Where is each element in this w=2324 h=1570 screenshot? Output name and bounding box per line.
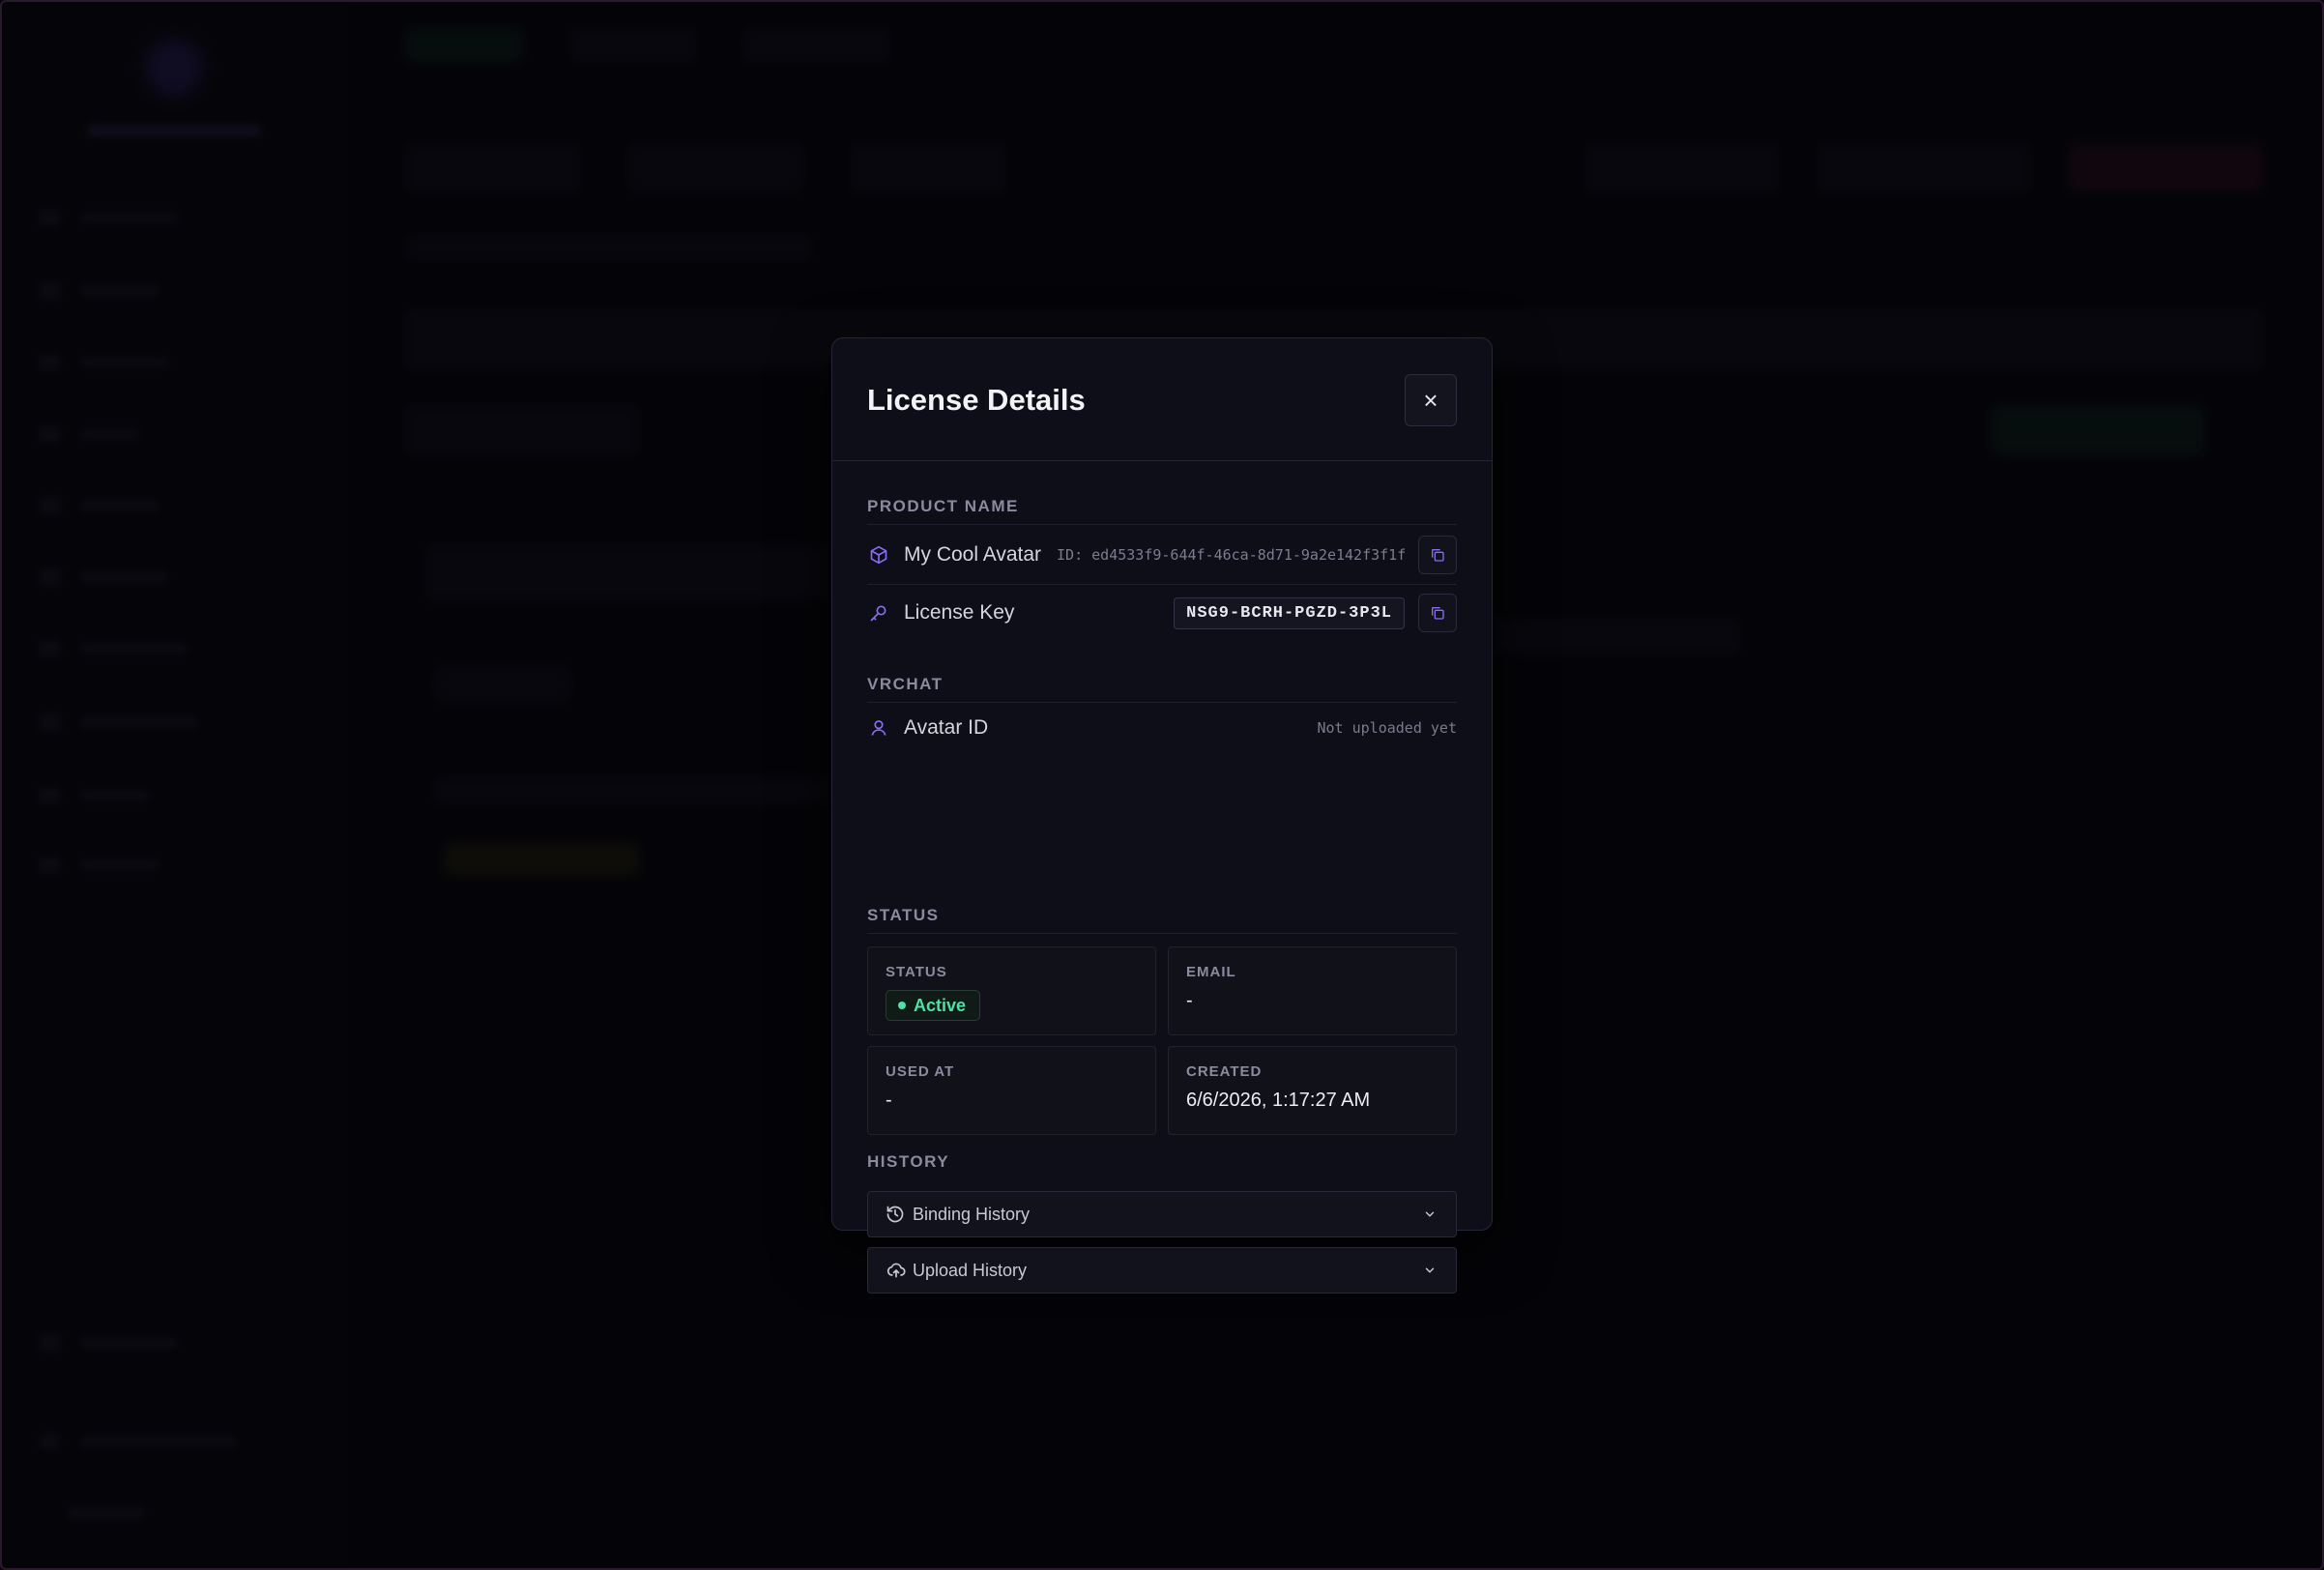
upload-history-label: Upload History — [913, 1260, 1028, 1280]
status-badge: Active — [886, 990, 981, 1021]
product-id: ID: ed4533f9-644f-46ca-8d71-9a2e142f3f1f — [1057, 546, 1407, 564]
product-name: My Cool Avatar — [904, 543, 1042, 566]
section-product-name: PRODUCT NAME — [867, 497, 1019, 515]
section-history: HISTORY — [867, 1152, 950, 1171]
avatar-id-value: Not uploaded yet — [1317, 719, 1458, 737]
user-icon — [869, 717, 890, 739]
modal-title: License Details — [867, 383, 1086, 417]
history-icon — [886, 1204, 907, 1225]
product-row: My Cool Avatar ID: ed4533f9-644f-46ca-8d… — [867, 527, 1457, 583]
copy-product-id-button[interactable] — [1418, 536, 1457, 574]
license-key-row: License Key NSG9-BCRH-PGZD-3P3L — [867, 585, 1457, 641]
copy-icon — [1432, 607, 1444, 620]
close-icon: × — [1423, 385, 1438, 415]
used-at-card: USED AT - — [867, 1046, 1156, 1135]
divider — [867, 524, 1457, 525]
created-card: CREATED 6/6/2026, 1:17:27 AM — [1168, 1046, 1457, 1135]
avatar-id-row: Avatar ID Not uploaded yet — [867, 700, 1457, 756]
used-at-card-value: - — [886, 1090, 892, 1111]
binding-history-accordion[interactable]: Binding History — [867, 1191, 1457, 1237]
section-vrchat: VRCHAT — [867, 675, 944, 693]
email-card-label: EMAIL — [1186, 964, 1236, 980]
status-card-label: STATUS — [886, 964, 947, 980]
created-card-value: 6/6/2026, 1:17:27 AM — [1186, 1090, 1371, 1111]
license-key-label: License Key — [904, 601, 1015, 624]
used-at-card-label: USED AT — [886, 1063, 955, 1080]
license-details-modal: License Details × PRODUCT NAME My Cool A… — [831, 337, 1493, 1294]
copy-license-key-button[interactable] — [1418, 594, 1457, 632]
copy-icon — [1432, 549, 1444, 562]
chevron-down-icon — [1423, 1263, 1438, 1278]
close-button[interactable]: × — [1405, 374, 1457, 426]
created-card-label: CREATED — [1186, 1063, 1263, 1080]
email-card-value: - — [1186, 990, 1193, 1011]
chevron-down-icon — [1423, 1207, 1438, 1222]
status-dot-icon — [898, 1002, 906, 1009]
binding-history-label: Binding History — [913, 1204, 1031, 1224]
email-card: EMAIL - — [1168, 946, 1457, 1035]
upload-history-accordion[interactable]: Upload History — [867, 1247, 1457, 1294]
license-key-value[interactable]: NSG9-BCRH-PGZD-3P3L — [1174, 596, 1405, 629]
status-card: STATUS Active — [867, 946, 1156, 1035]
package-icon — [869, 544, 890, 566]
modal-header: License Details × — [832, 338, 1492, 461]
key-icon — [869, 602, 890, 624]
status-badge-text: Active — [914, 995, 967, 1015]
section-status: STATUS — [867, 906, 940, 924]
avatar-id-label: Avatar ID — [904, 716, 989, 739]
cloud-upload-icon — [886, 1260, 907, 1281]
divider — [867, 933, 1457, 934]
